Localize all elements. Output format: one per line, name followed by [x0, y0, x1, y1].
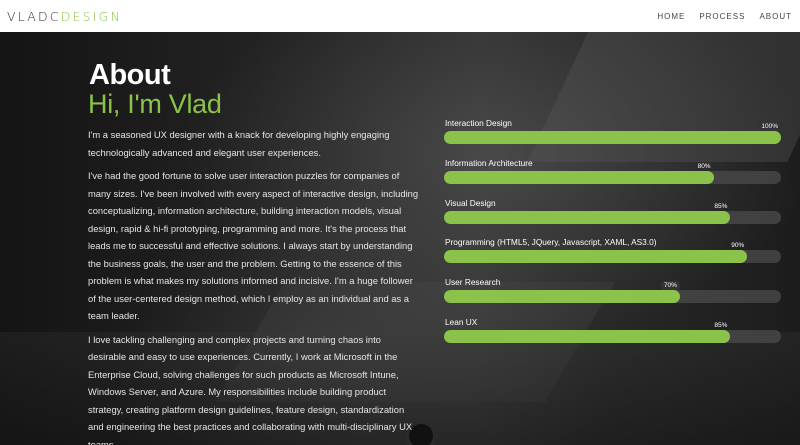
nav-process-link[interactable]: PROCESS — [699, 12, 745, 21]
skill-item: Visual Design 85% — [444, 198, 781, 228]
page-subtitle: Hi, I'm Vlad — [88, 89, 222, 119]
skill-percent: 70% — [660, 281, 680, 290]
skill-bar-track: 80% — [444, 163, 781, 184]
skill-label: Visual Design — [445, 198, 496, 208]
skill-label: Programming (HTML5, JQuery, Javascript, … — [445, 237, 657, 247]
about-paragraph: I love tackling challenging and complex … — [88, 333, 413, 445]
skill-item: Lean UX 85% — [444, 317, 781, 347]
site-logo[interactable]: VLADCDESIGN — [7, 9, 122, 24]
skill-bar-track: 85% — [444, 203, 781, 224]
skill-item: User Research 70% — [444, 277, 781, 307]
skill-percent: 90% — [731, 242, 745, 249]
skill-label: Information Architecture — [445, 158, 533, 168]
skill-bar-track: 100% — [444, 122, 781, 144]
skill-percent: 100% — [758, 122, 781, 131]
page-title: About — [89, 59, 171, 91]
skill-bar-track: 90% — [444, 242, 781, 263]
skill-bar-fill — [444, 290, 680, 303]
skill-label: Interaction Design — [445, 118, 512, 128]
skill-percent: 85% — [714, 203, 728, 210]
logo-text-vladc: VLADC — [7, 8, 61, 24]
skill-percent: 80% — [697, 163, 711, 170]
about-text: I'm a seasoned UX designer with a knack … — [88, 126, 420, 445]
skill-bar-fill — [444, 131, 781, 144]
skill-bar-fill — [444, 250, 748, 263]
about-paragraph: I'm a seasoned UX designer with a knack … — [88, 129, 390, 158]
about-paragraph: I've had the good fortune to solve user … — [88, 170, 419, 321]
skill-item: Interaction Design 100% — [444, 118, 781, 148]
skill-bar-track: 85% — [444, 322, 781, 343]
skill-bar-fill — [444, 211, 731, 224]
skill-bar-fill — [444, 330, 731, 343]
skill-item: Programming (HTML5, JQuery, Javascript, … — [444, 237, 781, 267]
skill-item: Information Architecture 80% — [444, 158, 781, 188]
nav-about-link[interactable]: ABOUT — [759, 12, 792, 21]
top-navbar: VLADCDESIGN HOME PROCESS ABOUT — [0, 0, 800, 32]
skill-percent: 85% — [714, 322, 728, 329]
main-nav: HOME PROCESS ABOUT — [643, 12, 792, 21]
logo-text-design: DESIGN — [60, 8, 123, 24]
skill-bar-track: 70% — [444, 281, 781, 303]
nav-home-link[interactable]: HOME — [657, 12, 685, 21]
skill-bar-fill — [444, 171, 714, 184]
skill-label: Lean UX — [445, 317, 478, 327]
skill-label: User Research — [445, 277, 501, 287]
